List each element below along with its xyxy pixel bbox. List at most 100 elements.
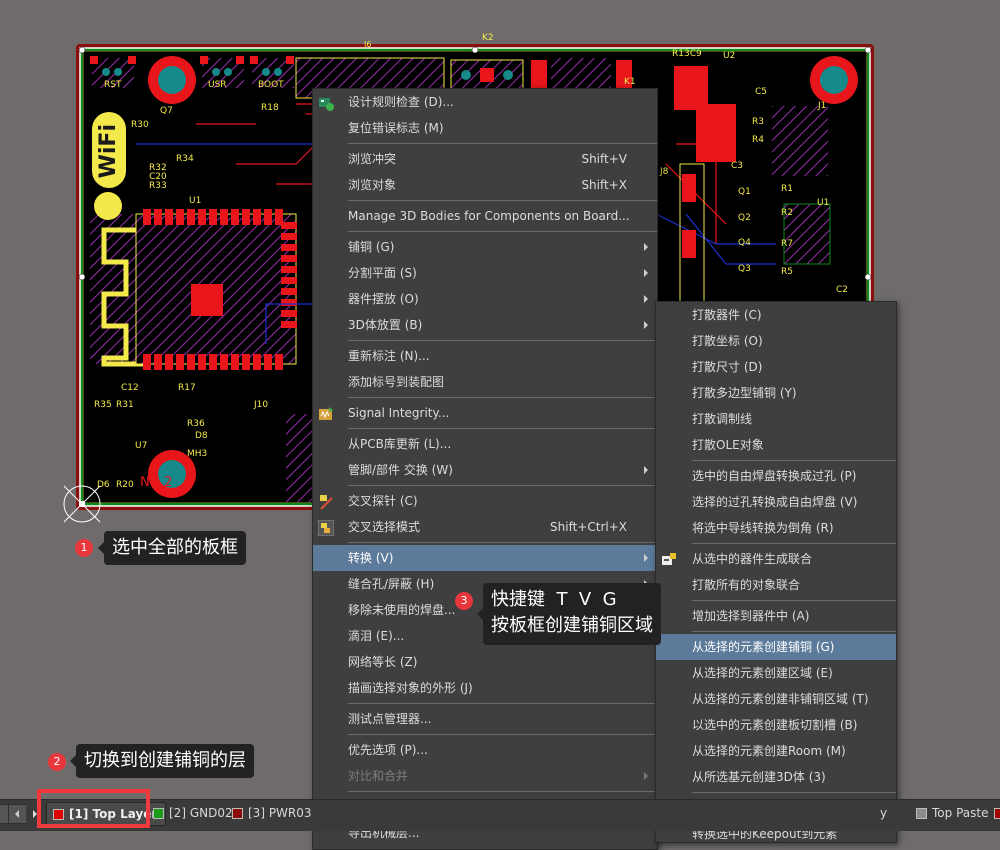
callout-select-board: 选中全部的板框 bbox=[98, 531, 246, 565]
menu-item-label: 交叉探针 (C) bbox=[348, 494, 418, 508]
label-mh3: MH3 bbox=[187, 449, 208, 459]
label-r7: R7 bbox=[781, 239, 793, 249]
label-rst: RST bbox=[104, 80, 122, 90]
menu-item[interactable]: 选择的过孔转换成自由焊盘 (V) bbox=[656, 489, 896, 515]
label-c12: C12 bbox=[121, 383, 139, 393]
menu-item[interactable]: 打散器件 (C) bbox=[656, 302, 896, 328]
menu-item[interactable]: 3D体放置 (B) bbox=[313, 312, 657, 338]
label-r20: R20 bbox=[116, 480, 134, 490]
menu-item[interactable]: 复位错误标志 (M) bbox=[313, 115, 657, 141]
menu-item-label: 管脚/部件 交换 (W) bbox=[348, 463, 453, 477]
menu-item[interactable]: 转换 (V) bbox=[313, 545, 657, 571]
menu-item[interactable]: 优先选项 (P)... bbox=[313, 737, 657, 763]
menu-item[interactable]: 器件摆放 (O) bbox=[313, 286, 657, 312]
menu-separator bbox=[348, 734, 657, 735]
menu-item[interactable]: 管脚/部件 交换 (W) bbox=[313, 457, 657, 483]
label-boot: BOOT bbox=[258, 80, 284, 90]
menu-item[interactable]: 从选择的元素创建区域 (E) bbox=[656, 660, 896, 686]
layer-tab-label: [2] GND02 bbox=[169, 806, 233, 820]
menu-item[interactable]: 分割平面 (S) bbox=[313, 260, 657, 286]
label-j1: J1 bbox=[818, 101, 827, 111]
menu-item-label: 添加标号到装配图 bbox=[348, 375, 445, 389]
menu-item-label: 3D体放置 (B) bbox=[348, 318, 423, 332]
label-r33: R33 bbox=[149, 181, 167, 191]
menu-item-label: 从选择的元素创建区域 (E) bbox=[692, 666, 833, 680]
menu-item[interactable]: 描画选择对象的外形 (J) bbox=[313, 675, 657, 701]
menu-item[interactable]: 增加选择到器件中 (A) bbox=[656, 603, 896, 629]
menu-item-label: 浏览对象 bbox=[348, 178, 397, 192]
menu-separator bbox=[692, 600, 896, 601]
layer-tab-pwr03[interactable]: [3] PWR03 bbox=[226, 802, 320, 824]
menu-item[interactable]: 测试点管理器... bbox=[313, 706, 657, 732]
menu-item-shortcut: Shift+V bbox=[581, 152, 627, 166]
menu-item[interactable]: 将选中导线转换为倒角 (R) bbox=[656, 515, 896, 541]
context-menu: 设计规则检查 (D)... 复位错误标志 (M) 浏览冲突 Shift+V 浏览对象 Sh… bbox=[312, 88, 658, 850]
menu-item[interactable]: 从选中的器件生成联合 bbox=[656, 546, 896, 572]
menu-item[interactable]: 铺铜 (G) bbox=[313, 234, 657, 260]
submenu-arrow-icon bbox=[644, 554, 648, 562]
menu-separator bbox=[348, 231, 657, 232]
chevron-left-icon bbox=[15, 810, 19, 818]
label-u1-module: U1 bbox=[189, 196, 202, 206]
menu-item[interactable]: 从选择的元素创建非铺铜区域 (T) bbox=[656, 686, 896, 712]
menu-item-shortcut: Shift+Ctrl+X bbox=[550, 520, 627, 534]
layer-tab-top-paste[interactable]: Top Paste bbox=[910, 802, 996, 824]
menu-item[interactable]: 添加标号到装配图 bbox=[313, 369, 657, 395]
cross-probe-icon bbox=[318, 493, 334, 510]
label-r13c9: R13C9 bbox=[672, 49, 702, 59]
layer-scroll-left[interactable] bbox=[8, 804, 28, 824]
menu-item-label: 选择的过孔转换成自由焊盘 (V) bbox=[692, 495, 858, 509]
menu-item[interactable]: 选中的自由焊盘转换成过孔 (P) bbox=[656, 463, 896, 489]
menu-item[interactable]: 从选择的元素创建铺铜 (G) bbox=[656, 634, 896, 660]
menu-item[interactable]: 打散尺寸 (D) bbox=[656, 354, 896, 380]
menu-item-label: 打散OLE对象 bbox=[692, 438, 764, 452]
menu-item-label: 打散多边型铺铜 (Y) bbox=[692, 386, 797, 400]
layer-tab-next[interactable] bbox=[988, 802, 1000, 824]
menu-item-label: 分割平面 (S) bbox=[348, 266, 417, 280]
submenu-arrow-icon bbox=[644, 466, 648, 474]
menu-separator bbox=[348, 542, 657, 543]
module-pad bbox=[191, 284, 223, 316]
label-r31: R31 bbox=[116, 400, 134, 410]
submenu-arrow-icon bbox=[644, 772, 648, 780]
menu-item-label: 对比和合并 bbox=[348, 769, 409, 783]
label-usr: USR bbox=[208, 80, 227, 90]
menu-item[interactable]: 以选中的元素创建板切割槽 (B) bbox=[656, 712, 896, 738]
label-c2: C2 bbox=[836, 285, 849, 295]
mounting-hole-1 bbox=[148, 56, 196, 104]
callout-switch-layer: 切换到创建铺铜的层 bbox=[70, 744, 254, 778]
label-q1: Q1 bbox=[738, 187, 751, 197]
menu-item[interactable]: 打散所有的对象联合 bbox=[656, 572, 896, 598]
menu-item[interactable]: 重新标注 (N)... bbox=[313, 343, 657, 369]
menu-item[interactable]: 打散OLE对象 bbox=[656, 432, 896, 458]
label-r5: R5 bbox=[781, 267, 793, 277]
menu-item[interactable]: Manage 3D Bodies for Components on Board… bbox=[313, 203, 657, 229]
label-r35: R35 bbox=[94, 400, 112, 410]
menu-item[interactable]: 从PCB库更新 (L)... bbox=[313, 431, 657, 457]
menu-item-label: 转换 (V) bbox=[348, 551, 394, 565]
menu-item[interactable]: 交叉选择模式 Shift+Ctrl+X bbox=[313, 514, 657, 540]
menu-item-label: 复位错误标志 (M) bbox=[348, 121, 444, 135]
menu-item[interactable]: Signal Integrity... bbox=[313, 400, 657, 426]
menu-item[interactable]: 交叉探针 (C) bbox=[313, 488, 657, 514]
menu-item-label: 打散器件 (C) bbox=[692, 308, 762, 322]
menu-item[interactable]: 打散坐标 (O) bbox=[656, 328, 896, 354]
menu-item[interactable]: 打散多边型铺铜 (Y) bbox=[656, 380, 896, 406]
layer-tab-partial[interactable]: y bbox=[876, 802, 895, 824]
menu-item-label: 从PCB库更新 (L)... bbox=[348, 437, 452, 451]
menu-item-label: 从选择的元素创建铺铜 (G) bbox=[692, 640, 835, 654]
menu-item[interactable]: 从选择的元素创建Room (M) bbox=[656, 738, 896, 764]
callout-shortcut-line1: 快捷键 T V G bbox=[491, 589, 617, 610]
menu-item[interactable]: 打散调制线 bbox=[656, 406, 896, 432]
submenu-arrow-icon bbox=[644, 269, 648, 277]
menu-item[interactable]: 从所选基元创建3D体 (3) bbox=[656, 764, 896, 790]
menu-item[interactable]: 设计规则检查 (D)... bbox=[313, 89, 657, 115]
step-badge-1: 1 bbox=[75, 539, 93, 557]
menu-item[interactable]: 浏览对象 Shift+X bbox=[313, 172, 657, 198]
menu-item[interactable]: 网络等长 (Z) bbox=[313, 649, 657, 675]
label-q7: Q7 bbox=[160, 106, 173, 116]
menu-item[interactable]: 浏览冲突 Shift+V bbox=[313, 146, 657, 172]
wifi-logo-text: WiFi bbox=[96, 124, 121, 179]
menu-separator bbox=[692, 792, 896, 793]
label-k2: K2 bbox=[482, 33, 494, 43]
